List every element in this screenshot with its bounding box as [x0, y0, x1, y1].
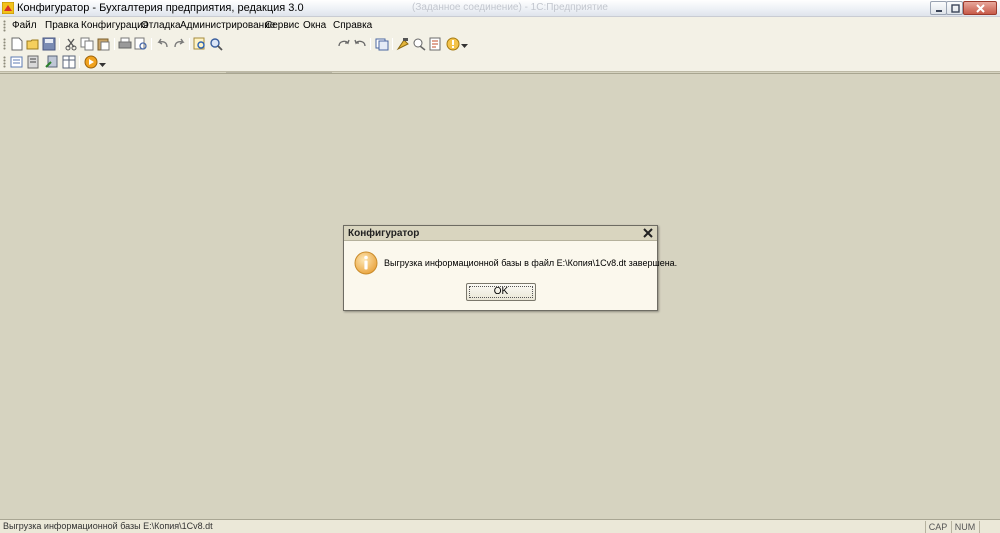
- menu-edit[interactable]: Правка: [45, 20, 79, 31]
- toolbar-separator: [79, 56, 80, 68]
- menu-debug[interactable]: Отладка: [141, 20, 181, 31]
- main-toolbar: ✕: [0, 35, 1000, 86]
- status-text: Выгрузка информационной базы E:\Копия\1C…: [3, 521, 213, 531]
- template-icon[interactable]: [412, 37, 426, 51]
- close-icon: [976, 4, 985, 13]
- close-window-button[interactable]: [963, 1, 997, 15]
- toolbar-separator: [114, 38, 115, 50]
- toolbar-grip[interactable]: [3, 56, 6, 68]
- syntax-assistant-icon[interactable]: [396, 37, 410, 51]
- menu-administration[interactable]: Администрирование: [180, 20, 275, 31]
- toolbar-separator: [59, 38, 60, 50]
- compare-config-icon[interactable]: [62, 55, 76, 69]
- info-icon[interactable]: [446, 37, 460, 51]
- close-icon[interactable]: [642, 227, 654, 239]
- dialog-title: Конфигуратор: [348, 228, 420, 239]
- chevron-down-icon[interactable]: [99, 63, 106, 68]
- info-icon: [354, 251, 378, 275]
- paste-icon[interactable]: [96, 37, 110, 51]
- minimize-button[interactable]: [930, 1, 947, 15]
- chevron-down-icon[interactable]: [461, 44, 468, 49]
- window-title: Конфигуратор - Бухгалтерия предприятия, …: [17, 2, 304, 14]
- status-bar: Выгрузка информационной базы E:\Копия\1C…: [0, 519, 1000, 533]
- message-dialog: Конфигуратор Выгрузка информационной баз…: [343, 225, 677, 311]
- restore-icon: [951, 4, 960, 13]
- find-icon[interactable]: [193, 37, 207, 51]
- num-lock-indicator: NUM: [951, 521, 978, 533]
- menu-help[interactable]: Справка: [333, 20, 372, 31]
- configuration-toolbar: [0, 53, 1000, 72]
- open-folder-icon[interactable]: [26, 37, 40, 51]
- save-icon[interactable]: [42, 37, 56, 51]
- toolbar-separator: [370, 38, 371, 50]
- search-icon[interactable]: [209, 37, 223, 51]
- resize-grip[interactable]: [979, 521, 1000, 533]
- toolbar-separator: [151, 38, 152, 50]
- copy-icon[interactable]: [80, 37, 94, 51]
- configuration-tree-icon[interactable]: [10, 55, 24, 69]
- menu-service[interactable]: Сервис: [265, 20, 299, 31]
- menu-grip[interactable]: [3, 20, 6, 32]
- form-editor-icon[interactable]: [428, 37, 442, 51]
- window-title-suffix: (Заданное соединение) - 1С:Предприятие: [412, 2, 608, 13]
- ok-button-label: OK: [493, 286, 509, 297]
- print-preview-icon[interactable]: [134, 37, 148, 51]
- database-config-icon[interactable]: [26, 55, 40, 69]
- menu-file[interactable]: Файл: [12, 20, 37, 31]
- menu-bar: Файл Правка Конфигурация Отладка Админис…: [0, 17, 1000, 35]
- menu-windows[interactable]: Окна: [303, 20, 326, 31]
- caps-lock-indicator: CAP: [925, 521, 950, 533]
- app-icon: [2, 2, 14, 14]
- toolbar-separator: [189, 38, 190, 50]
- cut-icon[interactable]: [64, 37, 78, 51]
- title-bar: Конфигуратор - Бухгалтерия предприятия, …: [0, 0, 1000, 17]
- toolbar-grip[interactable]: [3, 38, 6, 50]
- dialog-title-bar[interactable]: Конфигуратор: [344, 226, 657, 241]
- update-config-icon[interactable]: [45, 55, 59, 69]
- find-next-icon[interactable]: [337, 37, 351, 51]
- print-icon[interactable]: [118, 37, 132, 51]
- menu-configuration[interactable]: Конфигурация: [81, 20, 148, 31]
- ok-button[interactable]: OK: [466, 283, 536, 301]
- dialog-message: Выгрузка информационной базы в файл E:\К…: [384, 258, 678, 268]
- window-icon[interactable]: [375, 37, 389, 51]
- restore-button[interactable]: [946, 1, 963, 15]
- toolbar-separator: [392, 38, 393, 50]
- redo-icon[interactable]: [172, 37, 186, 51]
- run-debug-icon[interactable]: [84, 55, 98, 69]
- new-file-icon[interactable]: [10, 37, 24, 51]
- undo-icon[interactable]: [156, 37, 170, 51]
- find-previous-icon[interactable]: [353, 37, 367, 51]
